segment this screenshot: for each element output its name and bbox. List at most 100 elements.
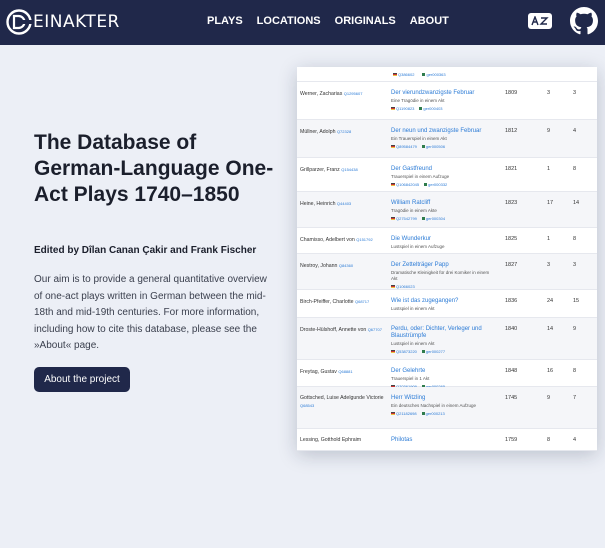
author-cell: Nestroy, Johann Q84360	[300, 262, 384, 270]
play-title-link[interactable]: Herr Witzling	[391, 395, 495, 402]
page-title: The Database of German-Language One-Act …	[34, 131, 274, 206]
count-cell: 15	[573, 298, 580, 304]
play-title-link[interactable]: Der Gastfreund	[391, 166, 495, 173]
author-id-link[interactable]: Q68881	[338, 369, 352, 374]
title-cell: Wie ist das zugegangen? Lustspiel in eine…	[391, 298, 495, 312]
play-title-link[interactable]: Der Zettelträger Papp	[391, 262, 495, 269]
wikidata-id[interactable]: Q53873220	[391, 349, 417, 354]
play-title-link[interactable]: Wie ist das zugegangen?	[391, 298, 495, 305]
plays-table-preview: Q386602 ger000363 Werner, Zacharias Q129…	[297, 67, 597, 451]
title-cell: Philotas	[391, 437, 495, 444]
count-cell: 3	[547, 90, 551, 96]
author-id-link[interactable]: Q68717	[355, 299, 369, 304]
flag-icon	[391, 412, 395, 415]
play-subtitle: Trauerspiel in 1 Akt	[391, 376, 430, 381]
year-cell: 1848	[505, 368, 518, 374]
table-row: Nestroy, Johann Q84360 Der Zettelträger P…	[297, 254, 597, 290]
author-id-link[interactable]: Q44403	[337, 201, 351, 206]
play-title-link[interactable]: Der neun und zwanzigste Februar	[391, 128, 495, 135]
author-id-link[interactable]: Q84360	[339, 263, 353, 268]
github-icon[interactable]	[570, 7, 598, 35]
dracor-icon	[421, 217, 425, 220]
author-id-link[interactable]: Q154438	[341, 167, 357, 172]
author-cell: Birch-Pfeiffer, Charlotte Q68717	[300, 298, 384, 306]
wikidata-id[interactable]: Q27542799	[391, 216, 417, 221]
about-project-button[interactable]: About the project	[34, 367, 130, 392]
dracor-id[interactable]: ger000506	[421, 144, 446, 149]
dracor-id[interactable]: ger000332	[424, 182, 447, 187]
count-cell: 14	[573, 200, 580, 206]
wikidata-id[interactable]: Q106842045	[391, 182, 419, 187]
table-row: Droste-Hülshoff, Annette von Q67707 Perdu…	[297, 318, 597, 360]
wikidata-id[interactable]: Q1190823	[391, 106, 414, 111]
table-top-ids: Q386602 ger000363	[297, 67, 597, 82]
author-cell: Droste-Hülshoff, Annette von Q67707	[300, 326, 384, 334]
table-row: Freytag, Gustav Q68881 Der Gelehrte Trauer…	[297, 360, 597, 389]
dracor-id[interactable]: ger000304	[421, 216, 445, 221]
author-id-link[interactable]: Q67707	[368, 327, 382, 332]
play-ids: Q1190823 ger000403	[391, 106, 495, 111]
author-name: Chamisso, Adelbert von	[300, 237, 355, 243]
author-name: Freytag, Gustav	[300, 369, 337, 375]
wikidata-id[interactable]: Q21182698	[391, 411, 417, 416]
wikidata-id[interactable]: Q386602	[393, 72, 414, 77]
dracor-icon	[419, 107, 423, 110]
count-cell: 9	[547, 128, 551, 134]
year-cell: 1840	[505, 326, 518, 332]
author-id-link[interactable]: Q72328	[337, 129, 351, 134]
title-cell: Herr Witzling Ein deutsches Nachspiel in …	[391, 395, 495, 416]
editors-line: Edited by Dîlan Canan Çakir and Frank Fi…	[34, 245, 257, 256]
year-cell: 1825	[505, 236, 518, 242]
id-text: ger000506	[425, 144, 446, 149]
count-cell: 3	[573, 262, 577, 268]
play-title-link[interactable]: Perdu, oder: Dichter, Verleger und Blaus…	[391, 326, 495, 340]
dracor-id[interactable]: ger000277	[421, 349, 445, 354]
play-title-link[interactable]: Der Gelehrte	[391, 368, 495, 375]
id-text: ger000332	[428, 182, 448, 187]
wikidata-id[interactable]: Q1066023	[391, 284, 415, 289]
nav-plays[interactable]: PLAYS	[207, 15, 243, 27]
count-cell: 17	[547, 200, 554, 206]
id-text: Q21182698	[396, 411, 417, 416]
wikidata-id[interactable]: Q89584479	[391, 144, 417, 149]
play-ids: Q27542799 ger000304	[391, 216, 495, 221]
dracor-id[interactable]: ger000213	[421, 411, 445, 416]
play-subtitle: Trauerspiel in einem Aufzuge	[391, 174, 450, 179]
author-cell: Freytag, Gustav Q68881	[300, 368, 384, 376]
author-name: Heine, Heinrich	[300, 201, 336, 207]
nav-about[interactable]: ABOUT	[410, 15, 449, 27]
play-title-link[interactable]: Die Wunderkur	[391, 236, 495, 243]
flag-icon	[391, 183, 395, 186]
author-name: Nestroy, Johann	[300, 263, 338, 269]
nav-locations[interactable]: LOCATIONS	[257, 15, 321, 27]
table-row: Müllner, Adolph Q72328 Der neun und zwanz…	[297, 120, 597, 158]
play-subtitle: Tragödie in einem Akte	[391, 208, 437, 213]
site-logo[interactable]: EINAKTER	[6, 9, 120, 35]
author-id-link[interactable]: Q68543	[300, 403, 314, 408]
play-title-link[interactable]: Der vierundzwanzigste Februar	[391, 90, 495, 97]
count-cell: 14	[547, 326, 554, 332]
author-id-link[interactable]: Q151792	[356, 237, 372, 242]
title-cell: Der neun und zwanzigste Februar Ein Traue…	[391, 128, 495, 149]
author-name: Lessing, Gotthold Ephraim	[300, 437, 362, 443]
language-switch-button[interactable]	[528, 13, 552, 29]
project-description: Our aim is to provide a general quantita…	[34, 274, 267, 351]
table-body: Werner, Zacharias Q1295607 Der vierundzwa…	[297, 82, 597, 451]
id-text: Q53873220	[396, 349, 417, 354]
play-subtitle: Lustspiel in einem Aufzuge	[391, 244, 445, 249]
play-title-link[interactable]: Philotas	[391, 437, 495, 444]
title-cell: Perdu, oder: Dichter, Verleger und Blaus…	[391, 326, 495, 354]
table-row: Birch-Pfeiffer, Charlotte Q68717 Wie ist …	[297, 290, 597, 318]
title-cell: Die Wunderkur Lustspiel in einem Aufzuge	[391, 236, 495, 250]
play-title-link[interactable]: William Ratcliff	[391, 200, 495, 207]
play-subtitle: Ein deutsches Nachspiel in einem Aufzuge	[391, 403, 477, 408]
play-ids: Q89584479 ger000506	[391, 144, 495, 149]
dracor-id[interactable]: ger000363	[422, 72, 446, 77]
table-row: Heine, Heinrich Q44403 William Ratcliff Tr…	[297, 192, 597, 228]
play-ids: Q1066023	[391, 284, 495, 289]
author-id-link[interactable]: Q1295607	[344, 91, 363, 96]
dracor-id[interactable]: ger000403	[419, 106, 443, 111]
dracor-icon	[422, 72, 426, 76]
nav-originals[interactable]: ORIGINALS	[335, 15, 396, 27]
dracor-icon	[424, 183, 428, 186]
